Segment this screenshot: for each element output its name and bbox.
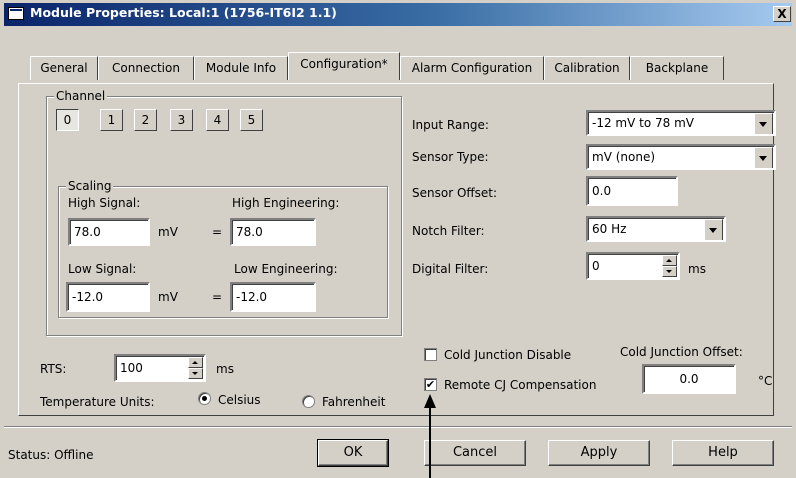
low-engineering-label: Low Engineering:	[234, 262, 338, 276]
high-signal-label: High Signal:	[68, 196, 141, 210]
notch-filter-dropdown-arrow-icon[interactable]	[704, 219, 723, 240]
tab-configuration[interactable]: Configuration*	[288, 52, 400, 80]
cold-junction-offset-input[interactable]: 0.0	[642, 364, 736, 394]
close-button[interactable]: X	[773, 6, 791, 22]
scaling-group-label: Scaling	[66, 179, 114, 193]
digital-filter-value: 0	[592, 259, 600, 273]
high-signal-input[interactable]: 78.0	[68, 218, 150, 246]
tab-alarm-configuration[interactable]: Alarm Configuration	[400, 56, 544, 80]
apply-button[interactable]: Apply	[548, 440, 650, 466]
sensor-type-value: mV (none)	[592, 150, 656, 164]
input-range-select[interactable]: -12 mV to 78 mV	[586, 110, 776, 136]
low-signal-label: Low Signal:	[68, 262, 137, 276]
channel-group-label: Channel	[54, 89, 108, 103]
rts-spinner[interactable]	[188, 357, 203, 379]
rts-unit: ms	[216, 362, 234, 376]
tab-module-info[interactable]: Module Info	[194, 56, 288, 80]
digital-filter-label: Digital Filter:	[412, 262, 489, 276]
spin-down-icon[interactable]	[188, 368, 203, 379]
window-icon	[8, 7, 24, 20]
cold-junction-offset-unit: °C	[758, 374, 773, 388]
high-engineering-label: High Engineering:	[232, 196, 340, 210]
input-range-value: -12 mV to 78 mV	[592, 116, 694, 130]
channel-1-button[interactable]: 1	[100, 109, 123, 131]
digital-filter-unit: ms	[688, 262, 706, 276]
spin-down-icon[interactable]	[662, 266, 677, 277]
digital-filter-spinner[interactable]	[662, 255, 677, 277]
low-signal-input[interactable]: -12.0	[66, 282, 150, 312]
help-button[interactable]: Help	[672, 440, 774, 466]
high-equals-sign: =	[212, 225, 223, 239]
remote-cj-compensation-label[interactable]: Remote CJ Compensation	[444, 378, 596, 392]
high-signal-unit: mV	[158, 225, 178, 239]
rts-label: RTS:	[40, 362, 67, 376]
spin-up-icon[interactable]	[188, 357, 203, 368]
low-engineering-input[interactable]: -12.0	[230, 282, 316, 312]
status-text: Status: Offline	[8, 448, 94, 462]
channel-4-button[interactable]: 4	[206, 109, 229, 131]
channel-3-button[interactable]: 3	[170, 109, 193, 131]
sensor-type-select[interactable]: mV (none)	[586, 144, 776, 170]
digital-filter-input[interactable]: 0	[586, 252, 680, 280]
ok-button[interactable]: OK	[317, 439, 389, 467]
low-signal-unit: mV	[158, 290, 178, 304]
temperature-units-label: Temperature Units:	[40, 395, 155, 409]
tab-calibration[interactable]: Calibration	[544, 56, 630, 80]
sensor-offset-label: Sensor Offset:	[412, 186, 498, 200]
notch-filter-label: Notch Filter:	[412, 224, 485, 238]
fahrenheit-radio[interactable]	[302, 395, 315, 408]
channel-5-button[interactable]: 5	[240, 109, 263, 131]
notch-filter-value: 60 Hz	[592, 222, 627, 236]
tab-general[interactable]: General	[30, 56, 98, 80]
cold-junction-disable-label[interactable]: Cold Junction Disable	[444, 348, 571, 362]
celsius-radio[interactable]	[198, 392, 211, 405]
cold-junction-disable-checkbox[interactable]	[424, 348, 437, 361]
rts-value: 100	[120, 361, 143, 375]
input-range-dropdown-arrow-icon[interactable]	[754, 113, 773, 134]
fahrenheit-label[interactable]: Fahrenheit	[322, 395, 385, 409]
sensor-type-dropdown-arrow-icon[interactable]	[754, 147, 773, 168]
notch-filter-select[interactable]: 60 Hz	[586, 216, 726, 242]
channel-2-button[interactable]: 2	[134, 109, 157, 131]
cold-junction-offset-label: Cold Junction Offset:	[620, 345, 743, 359]
checkmark-icon: ✔	[425, 378, 436, 391]
sensor-offset-input[interactable]: 0.0	[586, 176, 678, 206]
window-title: Module Properties: Local:1 (1756-IT6I2 1…	[30, 5, 337, 20]
high-engineering-input[interactable]: 78.0	[230, 218, 316, 246]
remote-cj-compensation-checkbox[interactable]: ✔	[424, 378, 437, 391]
channel-0-button[interactable]: 0	[56, 109, 79, 131]
spin-up-icon[interactable]	[662, 255, 677, 266]
low-equals-sign: =	[212, 290, 223, 304]
tab-connection[interactable]: Connection	[98, 56, 194, 80]
input-range-label: Input Range:	[412, 118, 489, 132]
sensor-type-label: Sensor Type:	[412, 150, 489, 164]
callout-arrow-icon	[424, 394, 436, 478]
bottom-separator	[4, 426, 792, 428]
rts-input[interactable]: 100	[114, 354, 206, 382]
tab-backplane[interactable]: Backplane	[630, 56, 724, 80]
celsius-label[interactable]: Celsius	[218, 393, 261, 407]
